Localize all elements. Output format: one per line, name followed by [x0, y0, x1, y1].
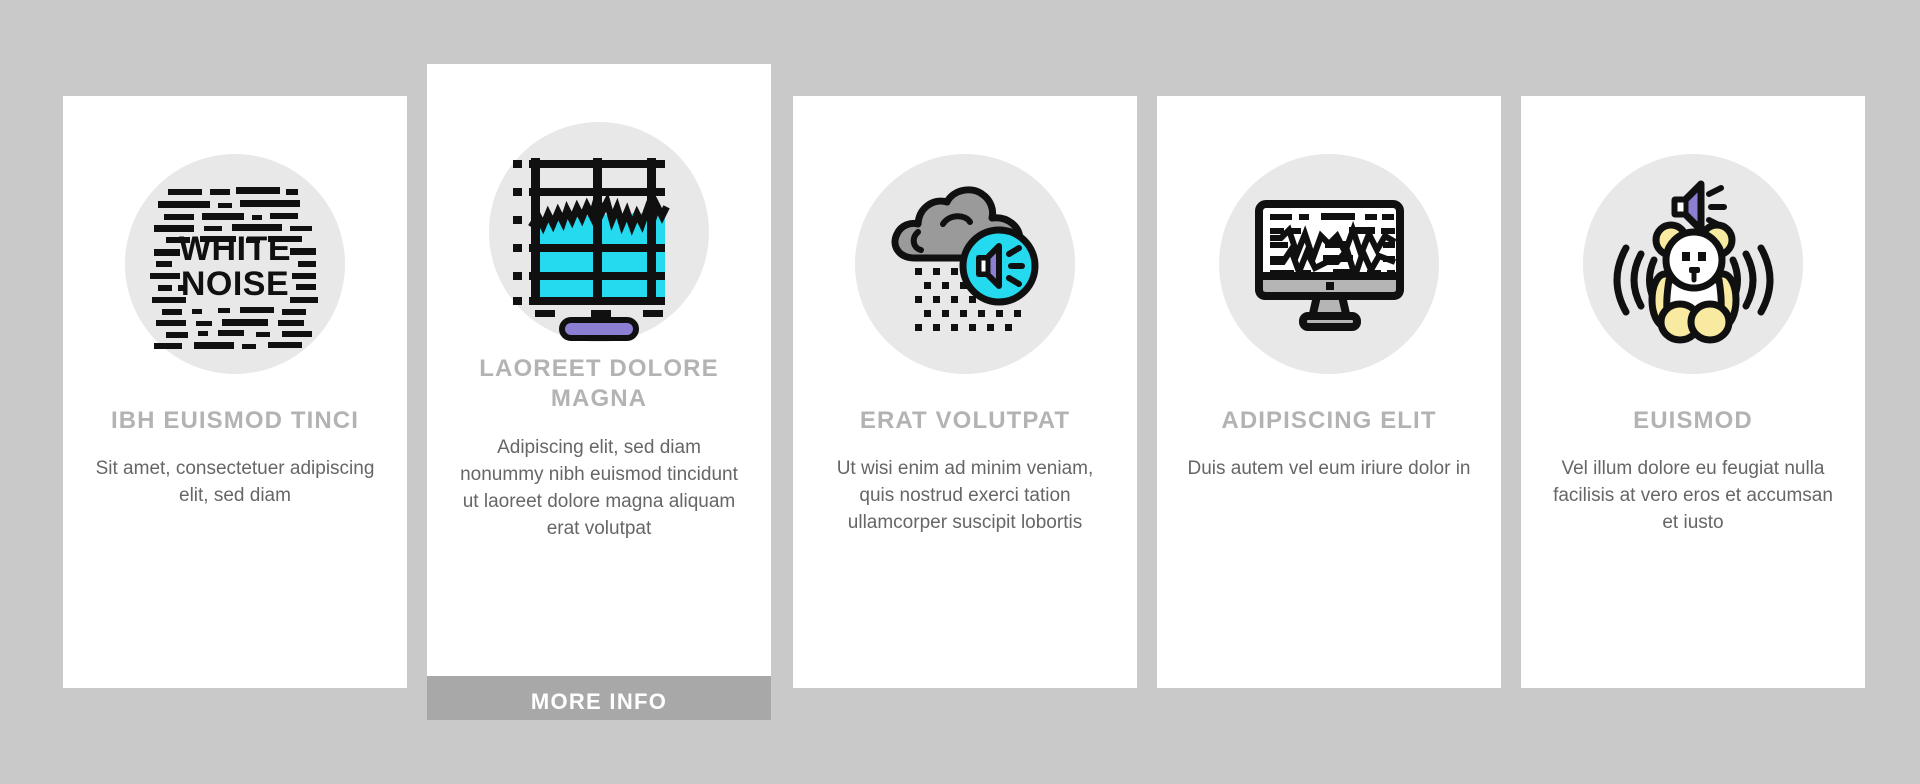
card-3-title: ERAT VOLUTPAT	[859, 407, 1071, 434]
card-3-body: Ut wisi enim ad minim veniam, quis nostr…	[836, 458, 1094, 534]
onboarding-card-1[interactable]: WHITE NOISE IBH EUISMOD TINCI Sit amet, …	[63, 96, 407, 688]
card-2-icon-area	[427, 112, 771, 352]
svg-text:NOISE: NOISE	[181, 265, 289, 303]
card-5-text: EUISMOD Vel illum dolore eu feugiat null…	[1521, 406, 1865, 537]
teddy-bear-speaker-icon	[1583, 154, 1803, 374]
card-5-body: Vel illum dolore eu feugiat nulla facili…	[1553, 458, 1833, 534]
card-1-text: IBH EUISMOD TINCI Sit amet, consectetuer…	[63, 406, 407, 510]
card-2-body: Adipiscing elit, sed diam nonummy nibh e…	[460, 436, 738, 539]
card-2-text: LAOREET DOLORE MAGNA Adipiscing elit, se…	[427, 354, 771, 543]
monitor-waveform-icon	[1219, 154, 1439, 374]
card-5-icon-area	[1521, 144, 1865, 384]
onboarding-card-3[interactable]: ERAT VOLUTPAT Ut wisi enim ad minim veni…	[793, 96, 1137, 688]
card-5-title: EUISMOD	[1633, 407, 1753, 434]
card-1-title: IBH EUISMOD TINCI	[110, 407, 360, 434]
audio-waveform-chart-icon	[489, 122, 709, 342]
rain-cloud-speaker-icon	[855, 154, 1075, 374]
card-3-text: ERAT VOLUTPAT Ut wisi enim ad minim veni…	[793, 406, 1137, 537]
card-1-icon-area: WHITE NOISE	[63, 144, 407, 384]
card-4-icon-area	[1157, 144, 1501, 384]
card-4-body: Duis autem vel eum iriure dolor in	[1187, 458, 1471, 480]
onboarding-card-4[interactable]: ADIPISCING ELIT Duis autem vel eum iriur…	[1157, 96, 1501, 688]
onboarding-screens-container: WHITE NOISE IBH EUISMOD TINCI Sit amet, …	[0, 0, 1920, 784]
more-info-button[interactable]: MORE INFO	[427, 676, 771, 720]
card-1-body: Sit amet, consectetuer adipiscing elit, …	[95, 458, 375, 507]
svg-text:WHITE: WHITE	[179, 230, 291, 268]
card-4-title: ADIPISCING ELIT	[1221, 407, 1437, 434]
card-4-text: ADIPISCING ELIT Duis autem vel eum iriur…	[1157, 406, 1501, 483]
white-noise-static-icon: WHITE NOISE	[125, 154, 345, 374]
card-3-icon-area	[793, 144, 1137, 384]
onboarding-card-2[interactable]: LAOREET DOLORE MAGNA Adipiscing elit, se…	[427, 64, 771, 720]
purple-pill-accent	[427, 317, 771, 341]
card-2-title: LAOREET DOLORE MAGNA	[479, 355, 719, 413]
onboarding-card-5[interactable]: EUISMOD Vel illum dolore eu feugiat null…	[1521, 96, 1865, 688]
